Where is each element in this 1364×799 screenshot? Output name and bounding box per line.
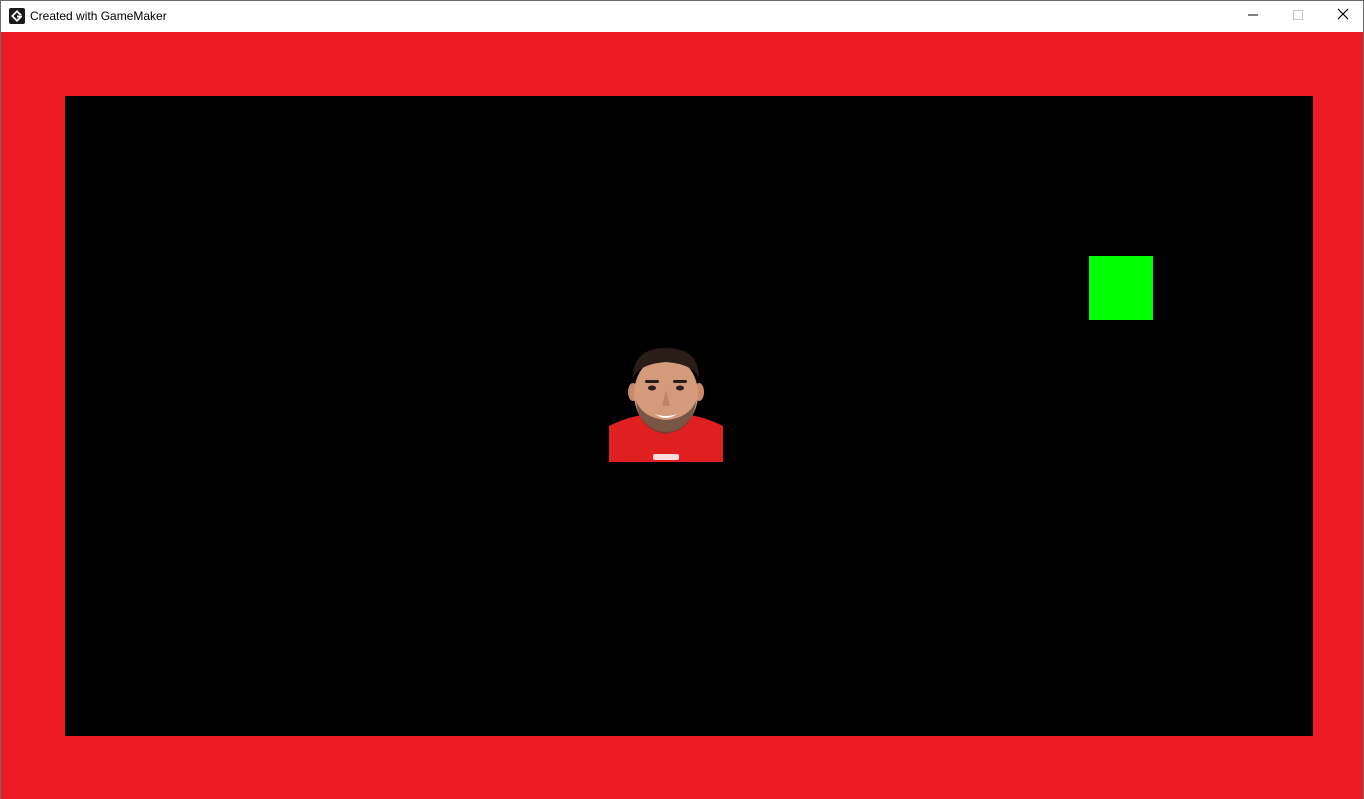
- close-icon: [1337, 7, 1349, 25]
- player-sprite: [609, 346, 723, 462]
- game-room: [65, 96, 1313, 736]
- game-canvas[interactable]: [1, 32, 1363, 799]
- window-title: Created with GameMaker: [30, 9, 167, 23]
- minimize-button[interactable]: [1230, 1, 1276, 31]
- maximize-button[interactable]: [1275, 1, 1321, 31]
- maximize-icon: [1293, 7, 1303, 25]
- person-face-sprite: [609, 348, 723, 462]
- title-bar[interactable]: Created with GameMaker: [1, 1, 1363, 31]
- minimize-icon: [1248, 7, 1258, 25]
- close-button[interactable]: [1320, 1, 1364, 31]
- game-window: Created with GameMaker: [0, 0, 1364, 799]
- gamemaker-logo-icon: [9, 8, 25, 24]
- green-block: [1089, 256, 1153, 320]
